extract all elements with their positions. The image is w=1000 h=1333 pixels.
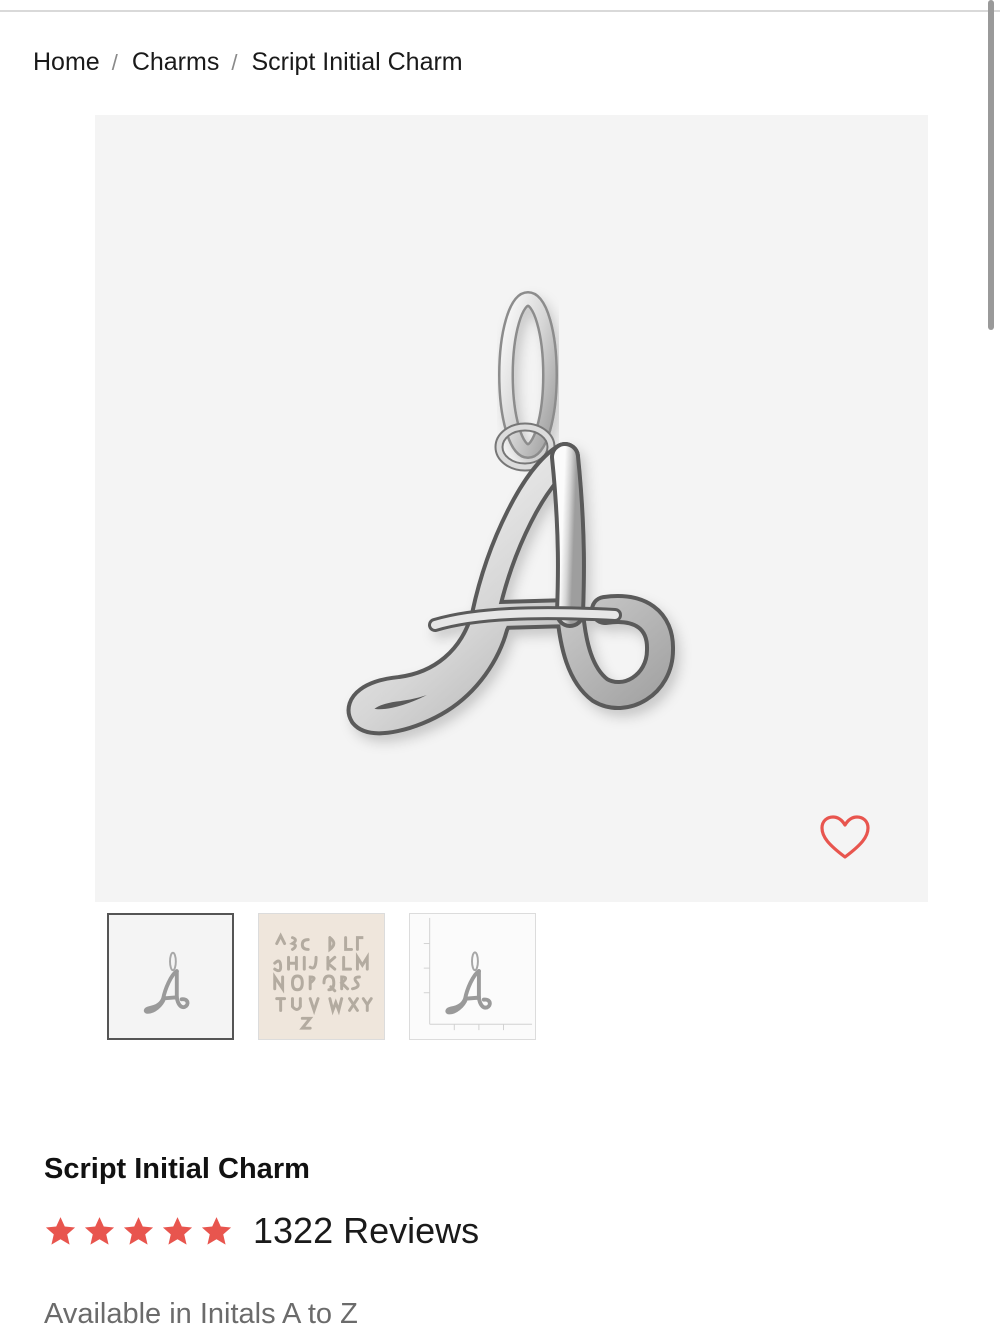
star-icon: [45, 1216, 76, 1245]
charm-image: [346, 291, 675, 736]
initials-set-thumbnail-image: [273, 932, 373, 1030]
product-rating[interactable]: 1322 Reviews: [44, 1210, 479, 1252]
star-icon: [201, 1216, 232, 1245]
charm-a-thumbnail-image: [143, 951, 190, 1014]
heart-icon[interactable]: [819, 815, 871, 861]
breadcrumb: Home / Charms / Script Initial Charm: [33, 48, 463, 77]
breadcrumb-home[interactable]: Home: [33, 48, 100, 77]
breadcrumb-charms[interactable]: Charms: [132, 48, 220, 77]
product-page: Home / Charms / Script Initial Charm Scr…: [0, 0, 1000, 1333]
breadcrumb-separator: /: [111, 49, 118, 75]
thumbnail-size-ruler[interactable]: [409, 913, 536, 1040]
reviews-count-link[interactable]: 1322 Reviews: [253, 1210, 479, 1252]
star-icon: [123, 1216, 154, 1245]
scrollbar[interactable]: [988, 0, 994, 330]
image-thumbnails: [107, 913, 536, 1040]
product-title: Script Initial Charm: [44, 1153, 310, 1185]
availability-note: Available in Initals A to Z: [44, 1298, 358, 1330]
breadcrumb-current: Script Initial Charm: [251, 48, 463, 76]
rating-stars: [44, 1215, 233, 1248]
top-divider: [0, 10, 1000, 12]
thumbnail-all-initials[interactable]: [258, 913, 385, 1040]
thumbnail-charm-a[interactable]: [107, 913, 234, 1040]
star-icon: [84, 1216, 115, 1245]
size-ruler-thumbnail-image: [423, 917, 533, 1031]
star-icon: [162, 1216, 193, 1245]
breadcrumb-separator: /: [231, 49, 238, 75]
product-main-image[interactable]: [95, 115, 928, 902]
